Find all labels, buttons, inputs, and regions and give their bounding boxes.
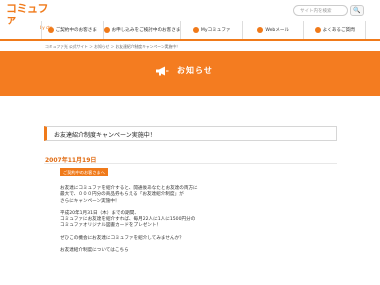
recipient-badge: ご契約中のお客さまへ — [60, 168, 108, 176]
banner-title: お知らせ — [155, 65, 213, 76]
body-line: 最大で、０００円分の商品券もらえる「お友達紹介制度」が — [60, 192, 184, 198]
person-icon — [103, 27, 110, 33]
nav-item-prospective[interactable]: お申し込みをご検討中のお客さま — [102, 21, 181, 39]
body-line: コミュファオリジナル図書カードをプレゼント！ — [60, 223, 162, 229]
megaphone-icon — [156, 66, 169, 75]
nav-divider — [0, 39, 380, 41]
mail-icon — [257, 27, 264, 33]
nav-label: Myコミュファ — [200, 28, 231, 33]
nav-label: ご契約中のお客さま — [55, 28, 97, 33]
search-button[interactable]: 🔍 — [350, 5, 364, 16]
body-line: さらにキャンペーン実施中！ — [60, 198, 120, 204]
question-icon — [314, 27, 321, 33]
site-logo[interactable]: コミュファ by ctc — [6, 3, 58, 30]
body-line: ぜひこの機会にお友達にコミュファを紹介してみませんか？ — [60, 235, 184, 241]
page-title: お知らせ — [177, 66, 213, 75]
referral-details-link[interactable]: お友達紹介制度についてはこちら — [60, 248, 129, 253]
nav-label: お申し込みをご検討中のお客さま — [111, 28, 181, 33]
body-paragraph-3: ぜひこの機会にお友達にコミュファを紹介してみませんか？ — [60, 236, 290, 242]
nav-item-my-commufa[interactable]: Myコミュファ — [180, 21, 242, 39]
body-paragraph-2: 平成20年1月31日（木）までの期間、 コミュファにお友達を紹介すれば、毎月22… — [60, 211, 290, 230]
nav-item-contracted[interactable]: ご契約中のお客さま — [41, 21, 103, 39]
body-paragraph-4: お友達紹介制度についてはこちら — [60, 248, 290, 254]
nav-item-webmail[interactable]: Webメール — [241, 21, 304, 39]
global-nav: ご契約中のお客さま お申し込みをご検討中のお客さま Myコミュファ Webメール… — [41, 21, 366, 39]
site-header: コミュファ by ctc サイト内を検索 🔍 — [0, 0, 380, 30]
body-line: コミュファにお友達を紹介すれば、毎月22人に1人に1500円分の — [60, 217, 196, 223]
body-line: 平成20年1月31日（木）までの期間、 — [60, 210, 139, 216]
body-paragraph-1: お友達にコミュファを紹介すると、開通後あなたとお友達の両方に 最大で、０００円分… — [60, 186, 290, 205]
person-icon — [47, 27, 54, 33]
search-icon: 🔍 — [353, 7, 361, 14]
body-line: お友達にコミュファを紹介すると、開通後あなたとお友達の両方に — [60, 186, 198, 191]
nav-item-faq[interactable]: よくあるご質問 — [303, 21, 366, 39]
nav-label: Webメール — [265, 28, 290, 33]
article-title: お友達紹介制度キャンペーン実施中！ — [44, 126, 337, 141]
breadcrumb: コミュファ光 公式サイト ＞ お知らせ ＞ お友達紹介制度キャンペーン実施中！ — [45, 44, 180, 49]
date-divider — [44, 163, 337, 164]
search-input[interactable]: サイト内を検索 — [293, 5, 348, 16]
nav-label: よくあるご質問 — [322, 28, 355, 33]
heart-icon — [192, 27, 199, 33]
article-body: お友達にコミュファを紹介すると、開通後あなたとお友達の両方に 最大で、０００円分… — [60, 186, 290, 260]
